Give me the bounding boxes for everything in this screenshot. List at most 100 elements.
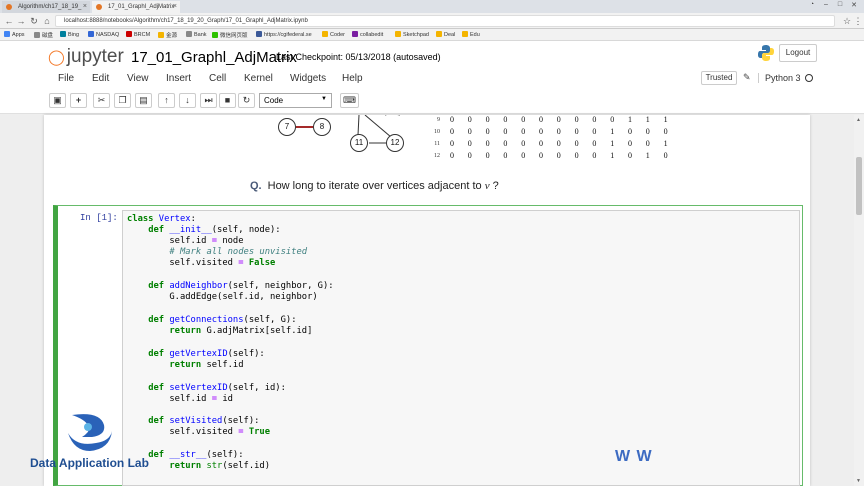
- command-palette-button[interactable]: ⌨: [340, 93, 359, 108]
- bookmark-item[interactable]: 金源: [158, 31, 177, 39]
- bookmark-item[interactable]: BRCM: [126, 31, 150, 38]
- browser-menu-icon[interactable]: ⋮: [853, 16, 863, 26]
- scroll-down-icon[interactable]: ▼: [856, 478, 861, 484]
- jupyter-logo[interactable]: ◯ jupyter: [48, 46, 124, 68]
- matrix-cell: 0: [503, 151, 508, 160]
- bookmark-item[interactable]: NASDAQ: [88, 31, 119, 38]
- menu-help[interactable]: Help: [342, 73, 363, 84]
- tab-title: 17_01_Graphl_AdjMatrix: [108, 4, 175, 10]
- code-line: def getVertexID(self):: [148, 349, 265, 359]
- code-line: return self.id: [169, 360, 244, 370]
- bookmark-item[interactable]: Deal: [436, 31, 455, 38]
- run-button[interactable]: ⏭: [200, 93, 217, 108]
- matrix-cell: 0: [592, 151, 597, 160]
- graph-node: 12: [386, 134, 404, 152]
- url-input[interactable]: localhost:8888/notebooks/Algorithm/ch17_…: [55, 15, 835, 27]
- browser-tab-1[interactable]: Algorithm/ch17_18_19_ ×: [2, 1, 90, 13]
- trusted-indicator[interactable]: Trusted: [701, 71, 737, 85]
- matrix-cell: 0: [467, 139, 472, 148]
- matrix-cell: 1: [610, 151, 615, 160]
- code-line: def __init__(self, node):: [148, 225, 281, 235]
- matrix-row-label: 12: [434, 153, 440, 159]
- save-button[interactable]: ▣: [49, 93, 66, 108]
- user-icon[interactable]: ◔: [806, 1, 818, 8]
- code-line: self.id = id: [127, 394, 233, 404]
- matrix-cell: 0: [485, 139, 490, 148]
- scroll-up-icon[interactable]: ▲: [856, 117, 861, 123]
- close-window-icon[interactable]: ✕: [848, 1, 860, 9]
- bookmark-item[interactable]: Coder: [322, 31, 345, 38]
- close-tab-icon[interactable]: ×: [83, 3, 87, 10]
- reload-icon[interactable]: ↻: [29, 16, 39, 26]
- copy-button[interactable]: ❐: [114, 93, 131, 108]
- scrollbar-thumb[interactable]: [856, 157, 862, 215]
- menu-insert[interactable]: Insert: [166, 73, 191, 84]
- minimize-icon[interactable]: –: [820, 1, 832, 8]
- matrix-cell: 0: [467, 151, 472, 160]
- menu-view[interactable]: View: [127, 73, 149, 84]
- bookmark-item[interactable]: Bing: [60, 31, 79, 38]
- menu-widgets[interactable]: Widgets: [290, 73, 326, 84]
- code-line: class Vertex:: [127, 214, 196, 224]
- menu-kernel[interactable]: Kernel: [244, 73, 273, 84]
- home-icon[interactable]: ⌂: [42, 16, 52, 26]
- save-icon: ▣: [53, 95, 62, 105]
- maximize-icon[interactable]: □: [834, 1, 846, 8]
- back-icon[interactable]: ←: [4, 16, 14, 26]
- close-tab-icon[interactable]: ×: [173, 3, 177, 10]
- jupyter-favicon-icon: [96, 4, 102, 10]
- matrix-cell: 0: [592, 139, 597, 148]
- bookmark-item[interactable]: https://cgifederal.se: [256, 31, 312, 38]
- stop-icon: ■: [224, 95, 231, 105]
- code-line: def getConnections(self, G):: [148, 315, 297, 325]
- matrix-cell: 0: [450, 127, 454, 136]
- move-down-button[interactable]: ↓: [179, 93, 196, 108]
- matrix-cell: 0: [574, 115, 579, 124]
- forward-icon[interactable]: →: [16, 16, 26, 26]
- bookmark-item[interactable]: Edu: [462, 31, 480, 38]
- stop-button[interactable]: ■: [219, 93, 236, 108]
- bookmark-item[interactable]: Sketchpad: [395, 31, 429, 38]
- matrix-cell: 0: [485, 127, 490, 136]
- bookmark-item[interactable]: Bank: [186, 31, 207, 38]
- matrix-cell: 0: [663, 127, 668, 136]
- matrix-cell: 0: [628, 151, 632, 160]
- keyboard-icon: ⌨: [343, 95, 356, 105]
- matrix-cell: 0: [467, 115, 472, 124]
- question-end: ?: [492, 180, 499, 192]
- kernel-name: Python 3: [758, 73, 801, 83]
- add-cell-icon: +: [75, 95, 82, 105]
- url-text: localhost:8888/notebooks/Algorithm/ch17_…: [64, 18, 308, 24]
- matrix-cell: 0: [503, 127, 508, 136]
- run-icon: ⏭: [204, 95, 213, 105]
- matrix-cell: 0: [628, 139, 632, 148]
- jupyter-header: ◯ jupyter 17_01_Graphl_AdjMatrix Last Che…: [0, 41, 864, 114]
- pencil-icon[interactable]: ✎: [743, 72, 751, 83]
- bookmark-item[interactable]: 微信网页版: [212, 31, 248, 39]
- cell-type-value: Code: [264, 96, 284, 105]
- paste-button[interactable]: ▤: [135, 93, 152, 108]
- logout-button[interactable]: Logout: [779, 44, 817, 62]
- code-line: return G.adjMatrix[self.id]: [169, 326, 313, 336]
- matrix-cell: 0: [574, 127, 579, 136]
- menu-file[interactable]: File: [58, 73, 74, 84]
- matrix-cell: 0: [645, 127, 650, 136]
- checkpoint-status: Last Checkpoint: 05/13/2018 (autosaved): [276, 52, 441, 62]
- bookmark-item[interactable]: 磁盘: [34, 31, 53, 39]
- notebook-title[interactable]: 17_01_Graphl_AdjMatrix: [131, 49, 297, 66]
- graph-node: 11: [350, 134, 368, 152]
- question-text: Q. How long to iterate over vertices adja…: [250, 180, 499, 192]
- browser-tab-2[interactable]: 17_01_Graphl_AdjMatrix ×: [92, 1, 180, 13]
- bookmark-item[interactable]: collabedit: [352, 31, 383, 38]
- add-cell-button[interactable]: +: [70, 93, 87, 108]
- menu-edit[interactable]: Edit: [92, 73, 109, 84]
- matrix-cell: 0: [450, 139, 454, 148]
- cut-button[interactable]: ✂: [93, 93, 110, 108]
- bookmark-apps[interactable]: Apps: [4, 31, 25, 38]
- restart-button[interactable]: ↻: [238, 93, 255, 108]
- star-icon[interactable]: ☆: [842, 16, 852, 26]
- move-up-button[interactable]: ↑: [158, 93, 175, 108]
- matrix-cell: 0: [503, 115, 508, 124]
- menu-cell[interactable]: Cell: [209, 73, 226, 84]
- cell-type-select[interactable]: Code ▼: [259, 93, 332, 108]
